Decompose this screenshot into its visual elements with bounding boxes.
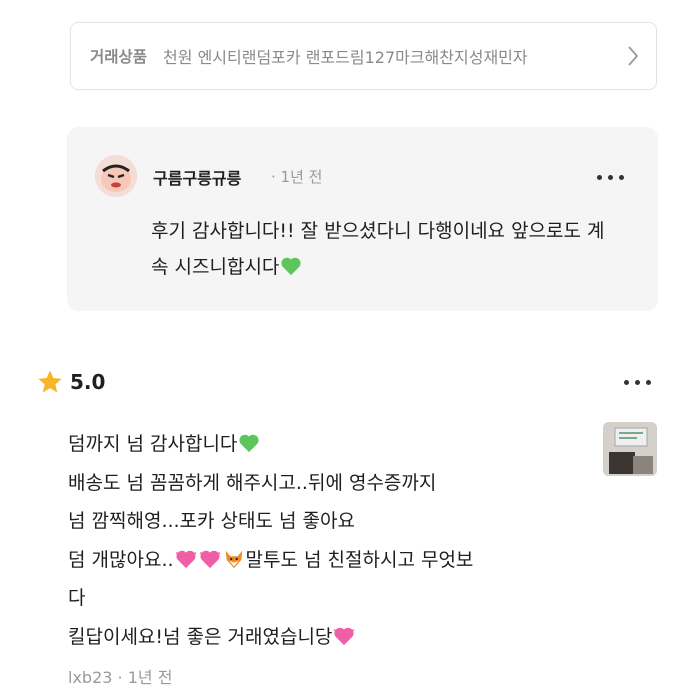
- review-rating: 5.0: [36, 368, 105, 396]
- reviewer-username[interactable]: lxb23: [68, 668, 112, 687]
- pink-heart-emoji: [175, 550, 196, 568]
- seller-avatar[interactable]: [95, 155, 137, 197]
- review-line: 배송도 넘 꼼꼼하게 해주시고..뒤에 영수증까지: [68, 471, 437, 494]
- chevron-right-icon[interactable]: [620, 43, 646, 69]
- review-line: 킬답이세요!넘 좋은 거래였습니당: [68, 618, 598, 657]
- more-dots-icon[interactable]: [597, 167, 624, 187]
- review-line: 덤까지 넘 감사합니다: [68, 425, 598, 464]
- star-icon: [38, 370, 62, 393]
- product-title: 천원 엔시티랜덤포카 랜포드림127마크해찬지성재민자: [163, 48, 528, 67]
- seller-reply: 구름구릉규릉 · 1년 전 후기 감사합니다!! 잘 받으셨다니 다행이네요 앞…: [67, 127, 658, 311]
- review-line: 다: [68, 587, 86, 609]
- seller-reply-text: 후기 감사합니다!! 잘 받으셨다니 다행이네요 앞으로도 계속 시즈니합시다: [151, 213, 621, 285]
- review-meta: lxb23 · 1년 전: [68, 664, 172, 688]
- rating-value: 5.0: [70, 370, 106, 394]
- review-time: · 1년 전: [117, 668, 173, 687]
- green-heart-emoji: [281, 257, 301, 276]
- more-dots-icon[interactable]: [624, 372, 651, 392]
- review-line: 덤 개많아요.. 말투도 넘 친절하시고 무엇보: [68, 548, 474, 571]
- green-heart-emoji: [239, 434, 259, 453]
- fox-emoji: [225, 550, 242, 568]
- seller-reply-time: · 1년 전: [271, 168, 323, 186]
- review-text: 덤까지 넘 감사합니다 배송도 넘 꼼꼼하게 해주시고..뒤에 영수증까지 넘 …: [68, 425, 598, 656]
- review-line: 넘 깜찍해영...포카 상태도 넘 좋아요: [68, 510, 355, 532]
- product-card[interactable]: 거래상품 천원 엔시티랜덤포카 랜포드림127마크해찬지성재민자: [70, 22, 657, 90]
- seller-reply-body: 후기 감사합니다!! 잘 받으셨다니 다행이네요 앞으로도 계속 시즈니합시다: [151, 220, 605, 278]
- seller-username[interactable]: 구름구릉규릉: [153, 165, 241, 189]
- pink-heart-emoji: [334, 627, 355, 645]
- pink-heart-emoji: [199, 550, 220, 568]
- product-label: 거래상품: [90, 48, 148, 66]
- review-photo-thumbnail[interactable]: [603, 422, 657, 476]
